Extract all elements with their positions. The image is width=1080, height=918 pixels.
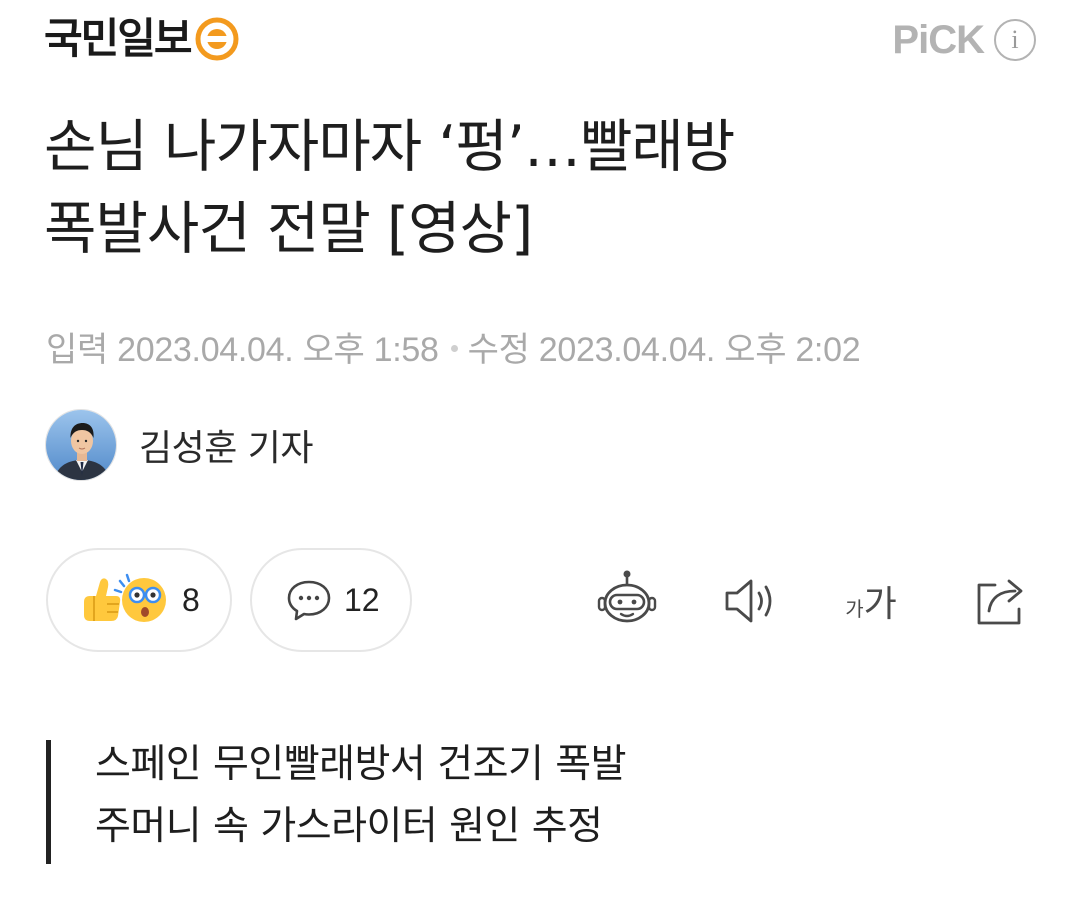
comment-button[interactable]: 12 <box>250 548 412 652</box>
share-icon <box>977 579 1023 625</box>
thumbs-up-and-surprised-emoji-icon <box>84 573 166 622</box>
orange-circle-logo-icon <box>195 17 239 61</box>
info-icon[interactable]: i <box>994 19 1036 61</box>
summary-line-1: 스페인 무인빨래방서 건조기 폭발 <box>95 742 627 787</box>
author-info[interactable]: 김성훈 기자 <box>45 409 314 481</box>
author-name[interactable]: 김성훈 기자 <box>139 419 314 471</box>
share-button[interactable] <box>966 566 1036 636</box>
font-size-icon: 가가 <box>845 584 897 625</box>
article-title-line-1: 손님 나가자마자 ‘펑’…빨래방 <box>44 114 735 180</box>
summary-line-2: 주머니 속 가스라이터 원인 추정 <box>95 804 603 849</box>
font-size-button[interactable]: 가가 <box>836 566 906 636</box>
article-title-line-2: 폭발사건 전말 [영상] <box>44 196 533 262</box>
top-header: 국민일보 PiCK i <box>44 8 1036 72</box>
text-to-speech-button[interactable] <box>716 566 786 636</box>
input-date: 입력 2023.04.04. 오후 1:58 <box>46 331 439 369</box>
pick-label: PiCK <box>892 18 985 62</box>
article-dates: 입력 2023.04.04. 오후 1:58 수정 2023.04.04. 오후 … <box>46 328 861 372</box>
author-avatar[interactable] <box>45 409 117 481</box>
ai-summary-button[interactable] <box>592 566 662 636</box>
author-photo-icon <box>46 410 116 480</box>
article-summary: 스페인 무인빨래방서 건조기 폭발 주머니 속 가스라이터 원인 추정 <box>46 740 627 864</box>
robot-icon <box>597 570 657 623</box>
article-title: 손님 나가자마자 ‘펑’…빨래방 폭발사건 전말 [영상] <box>44 106 1004 270</box>
reaction-count: 8 <box>182 581 200 618</box>
pick-badge[interactable]: PiCK i <box>892 18 1036 62</box>
reaction-button[interactable]: 8 <box>46 548 232 652</box>
speaker-icon <box>725 579 772 623</box>
press-logo[interactable]: 국민일보 <box>44 14 239 64</box>
press-logo-text: 국민일보 <box>44 14 193 63</box>
separator-dot <box>450 344 458 352</box>
speech-bubble-icon <box>287 580 331 621</box>
edit-date: 수정 2023.04.04. 오후 2:02 <box>467 331 861 369</box>
comment-count: 12 <box>344 581 380 618</box>
